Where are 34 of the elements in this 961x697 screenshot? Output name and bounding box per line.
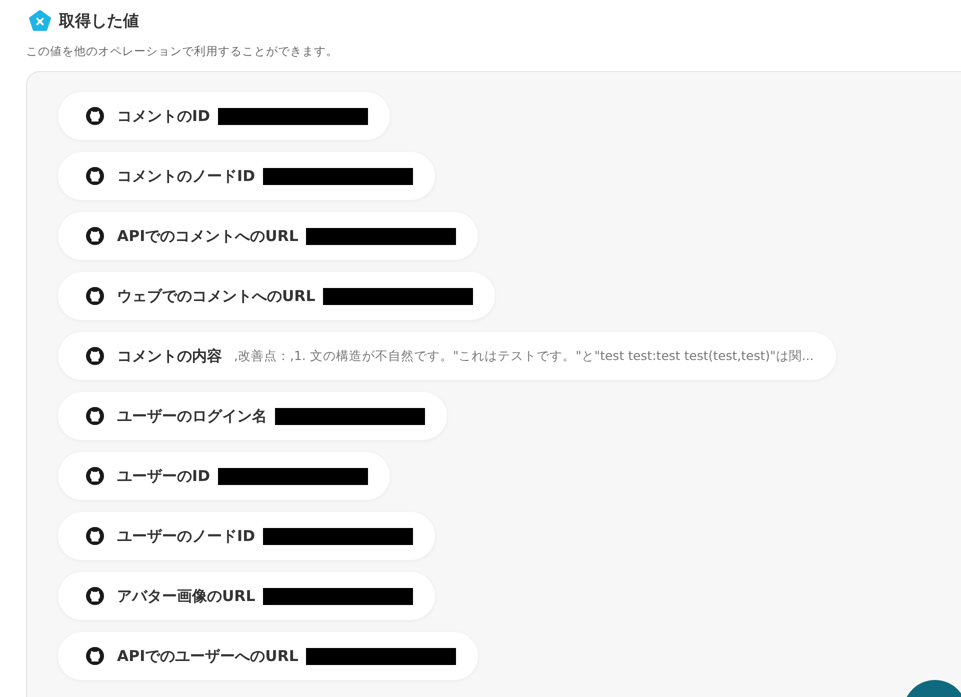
value-chip[interactable]: コメントの内容 ,改善点：,1. 文の構造が不自然です。"これはテストです。"と"test test:test test(test,test)"は関... [58,332,836,380]
value-label: コメントのID [117,106,210,126]
value-label: ユーザーのノードID [117,526,256,546]
github-icon [85,586,105,606]
value-chip[interactable]: ユーザーのログイン名 [58,392,447,440]
section-description: この値を他のオペレーションで利用することができます。 [26,44,339,59]
value-chip[interactable]: ユーザーのID [58,452,390,500]
value-label: ウェブでのコメントへのURL [117,286,316,306]
value-text: ,改善点：,1. 文の構造が不自然です。"これはテストです。"と"test test:test test(test,test)"は関... [234,348,814,364]
value-chip[interactable]: APIでのコメントへのURL [58,212,478,260]
value-label: ユーザーのID [117,466,210,486]
value-chip[interactable]: コメントのノードID [58,152,436,200]
github-icon [85,346,105,366]
value-label: APIでのユーザーへのURL [117,646,298,666]
value-chip[interactable]: ユーザーのノードID [58,512,436,560]
github-icon [85,406,105,426]
github-icon [85,166,105,186]
value-label: ユーザーのログイン名 [117,406,267,426]
app-logo-icon [29,10,51,32]
value-label: コメントの内容 [117,346,222,366]
github-icon [85,466,105,486]
value-chip[interactable]: ウェブでのコメントへのURL [58,272,496,320]
github-icon [85,286,105,306]
github-icon [85,106,105,126]
github-icon [85,226,105,246]
github-icon [85,646,105,666]
value-chip[interactable]: コメントのID [58,92,390,140]
github-icon [85,526,105,546]
value-label: APIでのコメントへのURL [117,226,298,246]
section-title: 取得した値 [59,10,139,32]
value-label: コメントのノードID [117,166,256,186]
value-label: アバター画像のURL [117,586,256,606]
value-chip[interactable]: アバター画像のURL [58,572,436,620]
value-chip[interactable]: APIでのユーザーへのURL [58,632,478,680]
